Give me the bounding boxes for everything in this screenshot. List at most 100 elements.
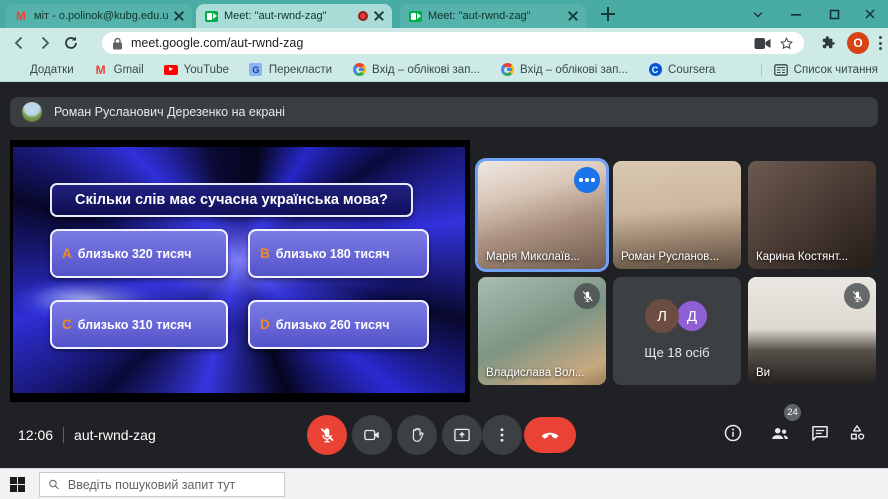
bookmark-google-signin-1[interactable]: Вхід – облікові зап... [352,63,480,77]
window-close-button[interactable] [860,4,880,24]
present-screen-button[interactable] [442,415,482,455]
windows-taskbar: L ENG 12:06 10.11.2021 [0,468,888,499]
camera-button[interactable] [352,415,392,455]
meeting-code: aut-rwnd-zag [74,427,156,443]
forward-button[interactable] [32,30,58,56]
participant-tile-you[interactable]: Ви [748,277,876,385]
gmail-icon: M [94,63,108,77]
presenting-banner: Роман Русланович Дерезенко на екрані [10,97,878,127]
quiz-slide: Скільки слів має сучасна українська мова… [13,147,465,393]
bookmark-label: Додатки [30,64,74,76]
participant-tile-overflow[interactable]: Л Д Ще 18 осіб [613,277,741,385]
bookmark-youtube[interactable]: YouTube [164,63,229,77]
participant-count-badge: 24 [784,404,801,421]
tab-close-icon[interactable] [174,11,184,21]
quiz-answer-a: A близько 320 тисяч [50,229,228,278]
window-maximize-button[interactable] [824,4,844,24]
reading-list-button[interactable]: Список читання [761,64,878,76]
answer-letter: C [62,317,72,332]
address-bar[interactable]: meet.google.com/aut-rwnd-zag [102,32,804,54]
bookmark-apps[interactable]: Додатки [10,63,74,77]
search-icon [48,478,60,491]
answer-letter: D [260,317,270,332]
activities-button[interactable] [845,421,869,445]
translate-icon: G [249,63,262,76]
participant-tile-karyna[interactable]: Карина Костянт... [748,161,876,269]
bookmark-label: Coursera [668,64,715,76]
window-minimize-button[interactable] [786,4,806,24]
url-text: meet.google.com/aut-rwnd-zag [131,36,746,50]
taskbar-search[interactable] [39,472,285,497]
participant-name: Марія Миколаїв... [486,251,580,263]
screenshare-region: Скільки слів має сучасна українська мова… [10,140,470,402]
tab-title: Meet: "aut-rwnd-zag" [224,10,352,22]
meeting-info: 12:06 aut-rwnd-zag [18,415,156,455]
extensions-puzzle-icon[interactable] [821,35,837,51]
overflow-avatar-d: Д [675,299,709,333]
taskbar-search-input[interactable] [68,478,276,492]
bookmark-gmail[interactable]: M Gmail [94,63,144,77]
more-options-button[interactable] [482,415,522,455]
presenting-banner-text: Роман Русланович Дерезенко на екрані [54,105,285,119]
answer-letter: A [62,246,72,261]
participant-name: Ви [756,367,770,379]
mic-mute-button[interactable] [307,415,347,455]
quiz-question: Скільки слів має сучасна українська мова… [50,183,413,217]
quiz-answer-c: C близько 310 тисяч [50,300,228,349]
gmail-favicon-icon: M [14,9,28,23]
meeting-details-button[interactable] [721,421,745,445]
tab-close-icon[interactable] [374,11,384,21]
participant-name: Карина Костянт... [756,251,848,263]
bookmark-star-icon[interactable] [779,36,794,51]
more-participants-label: Ще 18 осіб [613,345,741,360]
tab-meet-active[interactable]: Meet: "aut-rwnd-zag" [196,4,392,28]
lock-icon [112,37,123,50]
meeting-time: 12:06 [18,427,53,443]
browser-menu-icon[interactable] [879,36,882,50]
reading-list-label: Список читання [794,64,878,76]
participant-tile-maria[interactable]: Марія Миколаїв... [478,161,606,269]
leave-call-button[interactable] [524,417,576,453]
window-restore-down-chevron-icon[interactable] [748,4,768,24]
meet-favicon-icon [205,11,218,22]
raise-hand-button[interactable] [397,415,437,455]
meet-favicon-icon [409,11,422,22]
quiz-answer-b: B близько 180 тисяч [248,229,429,278]
participant-tile-vladyslava[interactable]: Владислава Вол... [478,277,606,385]
answer-text: близько 260 тисяч [276,318,390,332]
tab-close-icon[interactable] [568,11,578,21]
quiz-answer-d: D близько 260 тисяч [248,300,429,349]
tab-meet-2[interactable]: Meet: "aut-rwnd-zag" [400,4,586,28]
camera-permission-icon[interactable] [754,37,771,50]
new-tab-button[interactable] [600,6,616,22]
divider [63,427,64,443]
bookmark-label: Перекласти [269,64,332,76]
chat-button[interactable] [808,421,832,445]
mic-muted-icon [574,283,600,309]
reading-list-icon [774,64,788,76]
bookmark-label: Вхід – облікові зап... [372,64,480,76]
participant-tile-roman[interactable]: Роман Русланов... [613,161,741,269]
profile-avatar[interactable]: O [847,32,869,54]
back-button[interactable] [6,30,32,56]
participant-name: Владислава Вол... [486,367,584,379]
bookmark-google-signin-2[interactable]: Вхід – облікові зап... [500,63,628,77]
browser-tab-strip: M міт - o.polinok@kubg.edu.ua - П Meet: … [0,0,888,28]
participants-button[interactable] [768,421,792,445]
bookmark-label: Gmail [114,64,144,76]
tile-options-icon[interactable] [574,167,600,193]
participant-name: Роман Русланов... [621,251,719,263]
start-button[interactable] [10,477,25,492]
meet-page: Роман Русланович Дерезенко на екрані Скі… [0,82,888,468]
recording-indicator-icon [358,11,368,21]
reload-button[interactable] [58,30,84,56]
answer-text: близько 320 тисяч [78,247,192,261]
answer-text: близько 310 тисяч [78,318,192,332]
coursera-icon: C [649,63,662,76]
bookmark-label: YouTube [184,64,229,76]
bookmarks-bar: Додатки M Gmail YouTube G Перекласти Вхі… [0,58,888,82]
tab-gmail[interactable]: M міт - o.polinok@kubg.edu.ua - П [6,4,192,28]
bookmark-coursera[interactable]: C Coursera [648,63,715,77]
mic-muted-icon [844,283,870,309]
bookmark-translate[interactable]: G Перекласти [249,63,332,77]
